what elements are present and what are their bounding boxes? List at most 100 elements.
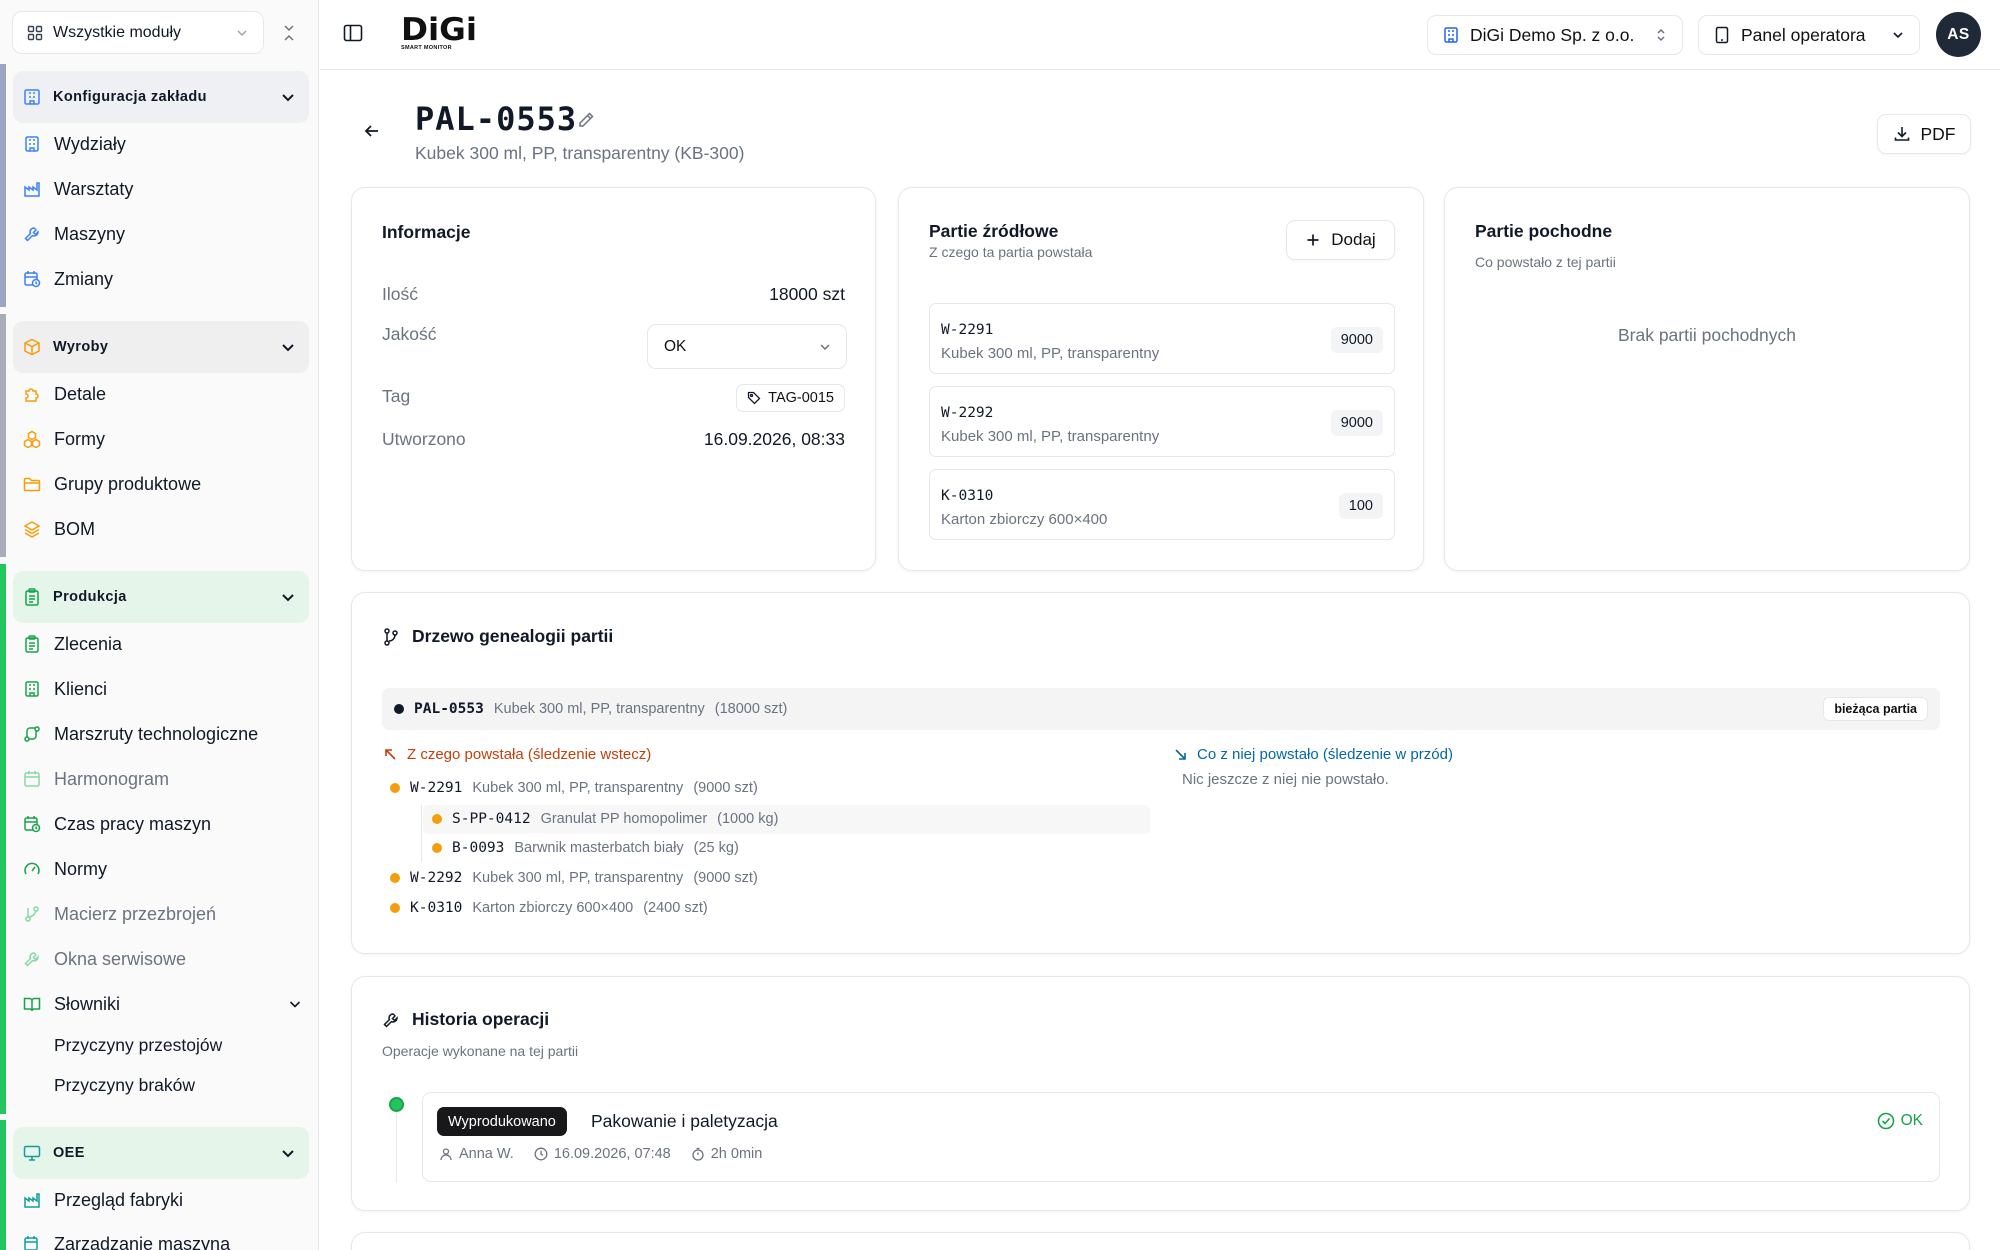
- timeline-dot: [389, 1097, 404, 1112]
- company-select[interactable]: DiGi Demo Sp. z o.o.: [1427, 15, 1683, 55]
- sources-card: Partie źródłowe Z czego ta partia powsta…: [898, 187, 1424, 571]
- sources-subtitle: Z czego ta partia powstała: [929, 244, 1093, 260]
- sidebar-item-zarzadzanie[interactable]: Zarządzanie maszyną: [23, 1224, 230, 1250]
- gauge-icon: [23, 860, 41, 878]
- pdf-button[interactable]: PDF: [1877, 114, 1971, 154]
- tag-label: Tag: [382, 386, 411, 406]
- source-item[interactable]: W-2291 Kubek 300 ml, PP, transparentny 9…: [929, 303, 1395, 374]
- source-qty: 9000: [1330, 327, 1383, 353]
- sidebar-item-zlecenia[interactable]: Zlecenia: [23, 624, 122, 664]
- sidebar-item-normy[interactable]: Normy: [23, 849, 107, 889]
- module-select[interactable]: Wszystkie moduły: [12, 11, 264, 54]
- factory-icon: [23, 180, 41, 198]
- section-header-konfiguracja[interactable]: Konfiguracja zakładu: [13, 71, 309, 123]
- sidebar-item-label: Warsztaty: [54, 178, 134, 199]
- sidebar-item-slowniki[interactable]: Słowniki: [23, 984, 303, 1024]
- collapse-sidebar-button[interactable]: [276, 20, 302, 46]
- node-name: Granulat PP homopolimer: [540, 811, 708, 827]
- boxes-icon: [23, 430, 41, 448]
- avatar[interactable]: AS: [1936, 12, 1981, 57]
- sidebar-item-formy[interactable]: Formy: [23, 419, 105, 459]
- toggle-sidebar-button[interactable]: [342, 22, 368, 48]
- section-header-wyroby[interactable]: Wyroby: [13, 321, 309, 373]
- sidebar-item-label: Marszruty technologiczne: [54, 723, 259, 744]
- sidebar-item-klienci[interactable]: Klienci: [23, 669, 107, 709]
- info-row-qty: Ilość 18000 szt: [382, 284, 845, 305]
- clipboard-list-icon: [23, 635, 41, 653]
- node-dot: [390, 873, 400, 883]
- sidebar-item-zmiany[interactable]: Zmiany: [23, 259, 113, 299]
- node-name: Kubek 300 ml, PP, transparentny: [472, 870, 684, 886]
- history-item[interactable]: Wyprodukowano Pakowanie i paletyzacja OK…: [422, 1092, 1940, 1182]
- sidebar-item-czas-pracy[interactable]: Czas pracy maszyn: [23, 804, 211, 844]
- section-title: Produkcja: [53, 589, 127, 605]
- node-qty: (9000 szt): [693, 870, 758, 886]
- sidebar-item-marszruty[interactable]: Marszruty technologiczne: [23, 714, 258, 754]
- sidebar-subitem-przestoje[interactable]: Przyczyny przestojów: [54, 1027, 222, 1063]
- current-code: PAL-0553: [414, 701, 484, 717]
- node-qty: (1000 kg): [717, 811, 779, 827]
- node-name: Karton zbiorczy 600×400: [472, 900, 634, 916]
- sidebar-item-bom[interactable]: BOM: [23, 509, 95, 549]
- node-code: B-0093: [452, 840, 505, 856]
- sidebar-item-przeglad-fabryki[interactable]: Przegląd fabryki: [23, 1180, 183, 1220]
- panel-label: Panel operatora: [1741, 24, 1866, 45]
- check-circle-icon: [1877, 1112, 1895, 1130]
- tree-node-child[interactable]: S-PP-0412 Granulat PP homopolimer (1000 …: [432, 805, 778, 833]
- quality-select[interactable]: OK: [647, 324, 847, 369]
- sidebar-item-detale[interactable]: Detale: [23, 374, 106, 414]
- edit-title-button[interactable]: [576, 110, 596, 130]
- tag-badge[interactable]: TAG-0015: [736, 384, 845, 412]
- section-header-produkcja[interactable]: Produkcja: [13, 571, 309, 623]
- source-item[interactable]: W-2292 Kubek 300 ml, PP, transparentny 9…: [929, 386, 1395, 457]
- chevron-down-icon: [287, 996, 303, 1012]
- tree-node-child[interactable]: B-0093 Barwnik masterbatch biały (25 kg): [432, 834, 739, 862]
- section-accent-bar: [0, 564, 6, 1114]
- back-button[interactable]: [362, 121, 384, 143]
- sidebar-item-maszyny[interactable]: Maszyny: [23, 214, 125, 254]
- arrow-up-left-icon: [384, 748, 397, 761]
- tag-icon: [747, 391, 761, 405]
- section-title: OEE: [53, 1145, 85, 1161]
- sidebar-item-label: Wydziały: [54, 133, 126, 154]
- sidebar-item-okna-serwisowe[interactable]: Okna serwisowe: [23, 939, 186, 979]
- section-header-oee[interactable]: OEE: [13, 1127, 309, 1179]
- sidebar-item-label: Normy: [54, 858, 107, 879]
- clock-icon: [534, 1147, 548, 1161]
- sidebar-item-label: Czas pracy maszyn: [54, 813, 212, 834]
- panel-select[interactable]: Panel operatora: [1698, 15, 1920, 55]
- tree-node[interactable]: K-0310 Karton zbiorczy 600×400 (2400 szt…: [390, 894, 708, 922]
- operation-name: Pakowanie i paletyzacja: [591, 1111, 778, 1131]
- chevron-down-icon: [1891, 28, 1905, 42]
- tag-value: TAG-0015: [768, 390, 834, 406]
- sidebar: Wszystkie moduły Konfiguracja zakładu Wy…: [0, 0, 319, 1250]
- info-title: Informacje: [382, 222, 471, 242]
- factory-icon: [23, 1191, 41, 1209]
- operation-user: Anna W.: [439, 1146, 514, 1162]
- tree-node[interactable]: W-2292 Kubek 300 ml, PP, transparentny (…: [390, 864, 758, 892]
- sidebar-subitem-braki[interactable]: Przyczyny braków: [54, 1067, 195, 1103]
- tree-node[interactable]: W-2291 Kubek 300 ml, PP, transparentny (…: [390, 774, 758, 802]
- source-item[interactable]: K-0310 Karton zbiorczy 600×400 100: [929, 469, 1395, 540]
- sidebar-item-grupy-produktowe[interactable]: Grupy produktowe: [23, 464, 201, 504]
- wrench-icon: [23, 225, 41, 243]
- add-source-button[interactable]: Dodaj: [1286, 220, 1395, 260]
- section-accent-bar: [0, 1120, 6, 1250]
- chevron-down-icon: [279, 88, 297, 106]
- created-value: 16.09.2026, 08:33: [703, 429, 845, 449]
- time-value: 16.09.2026, 07:48: [553, 1146, 671, 1162]
- sidebar-item-label: Formy: [54, 428, 105, 449]
- git-branch-icon: [23, 905, 41, 923]
- sidebar-item-harmonogram[interactable]: Harmonogram: [23, 759, 169, 799]
- source-desc: Kubek 300 ml, PP, transparentny: [941, 428, 1160, 445]
- panel-left-icon: [342, 22, 368, 44]
- chevron-down-icon: [818, 340, 832, 354]
- forward-title: Co z niej powstało (śledzenie w przód): [1197, 746, 1453, 763]
- node-qty: (25 kg): [693, 840, 739, 856]
- node-qty: (9000 szt): [693, 780, 758, 796]
- calendar-clock-icon: [23, 270, 41, 288]
- sidebar-item-macierz[interactable]: Macierz przezbrojeń: [23, 894, 216, 934]
- tree-connector: [421, 805, 422, 862]
- sidebar-item-wydzialy[interactable]: Wydziały: [23, 124, 126, 164]
- sidebar-item-warsztaty[interactable]: Warsztaty: [23, 169, 133, 209]
